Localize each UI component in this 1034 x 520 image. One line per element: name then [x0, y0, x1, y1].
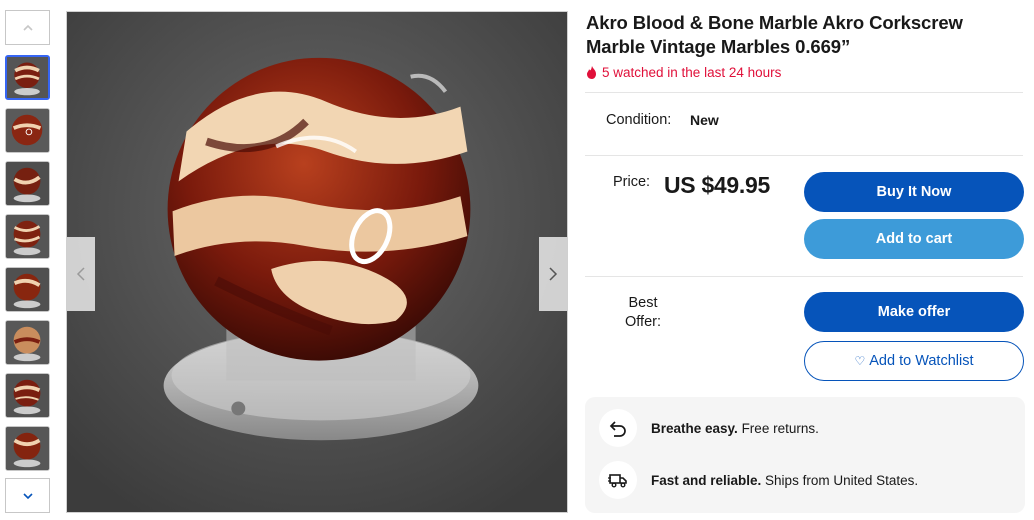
best-offer-label: Best Offer:: [625, 295, 661, 330]
thumbnail-6[interactable]: [5, 320, 50, 365]
perk-shipping: Fast and reliable. Ships from United Sta…: [599, 461, 918, 499]
chevron-up-icon: [22, 24, 33, 31]
watch-text: 5 watched in the last 24 hours: [602, 65, 782, 80]
perks-box: Breathe easy. Free returns. Fast and rel…: [585, 397, 1025, 513]
truck-icon: [599, 461, 637, 499]
flame-icon: [587, 65, 596, 79]
price-value: US $49.95: [664, 172, 770, 198]
thumbnail-8[interactable]: [5, 426, 50, 471]
thumbnail-3[interactable]: [5, 161, 50, 206]
perk-text: Fast and reliable. Ships from United Sta…: [651, 472, 919, 488]
condition-label: Condition:: [606, 112, 672, 128]
condition-value: New: [690, 112, 719, 128]
watch-count: 5 watched in the last 24 hours: [586, 65, 781, 80]
divider: [585, 92, 1023, 93]
buy-it-now-button[interactable]: Buy It Now: [804, 172, 1024, 212]
marble-photo: [67, 12, 567, 512]
thumbnail-7[interactable]: [5, 373, 50, 418]
add-to-watchlist-button[interactable]: ♡ Add to Watchlist: [804, 341, 1024, 381]
main-product-image[interactable]: [66, 11, 568, 513]
thumbnail-4[interactable]: [5, 214, 50, 259]
chevron-down-icon: [22, 492, 33, 499]
chevron-right-icon: [549, 267, 558, 281]
return-arrow-icon: [599, 409, 637, 447]
add-to-cart-button[interactable]: Add to cart: [804, 219, 1024, 259]
previous-image-button[interactable]: [67, 237, 95, 311]
thumbnail-rail: [5, 10, 51, 513]
listing-title: Akro Blood & Bone Marble Akro Corkscrew …: [586, 12, 963, 57]
price-label: Price:: [613, 174, 651, 190]
watchlist-label: Add to Watchlist: [869, 353, 974, 369]
next-image-button[interactable]: [539, 237, 567, 311]
thumbnail-2[interactable]: [5, 108, 50, 153]
divider: [585, 155, 1023, 156]
thumbnail-1[interactable]: [5, 55, 50, 100]
scroll-up-button[interactable]: [5, 10, 50, 45]
scroll-down-button[interactable]: [5, 478, 50, 513]
make-offer-button[interactable]: Make offer: [804, 292, 1024, 332]
heart-icon: ♡: [854, 354, 866, 368]
thumbnail-5[interactable]: [5, 267, 50, 312]
perk-text: Breathe easy. Free returns.: [651, 420, 819, 436]
perk-free-returns: Breathe easy. Free returns.: [599, 409, 819, 447]
chevron-left-icon: [76, 267, 85, 281]
divider: [585, 276, 1023, 277]
